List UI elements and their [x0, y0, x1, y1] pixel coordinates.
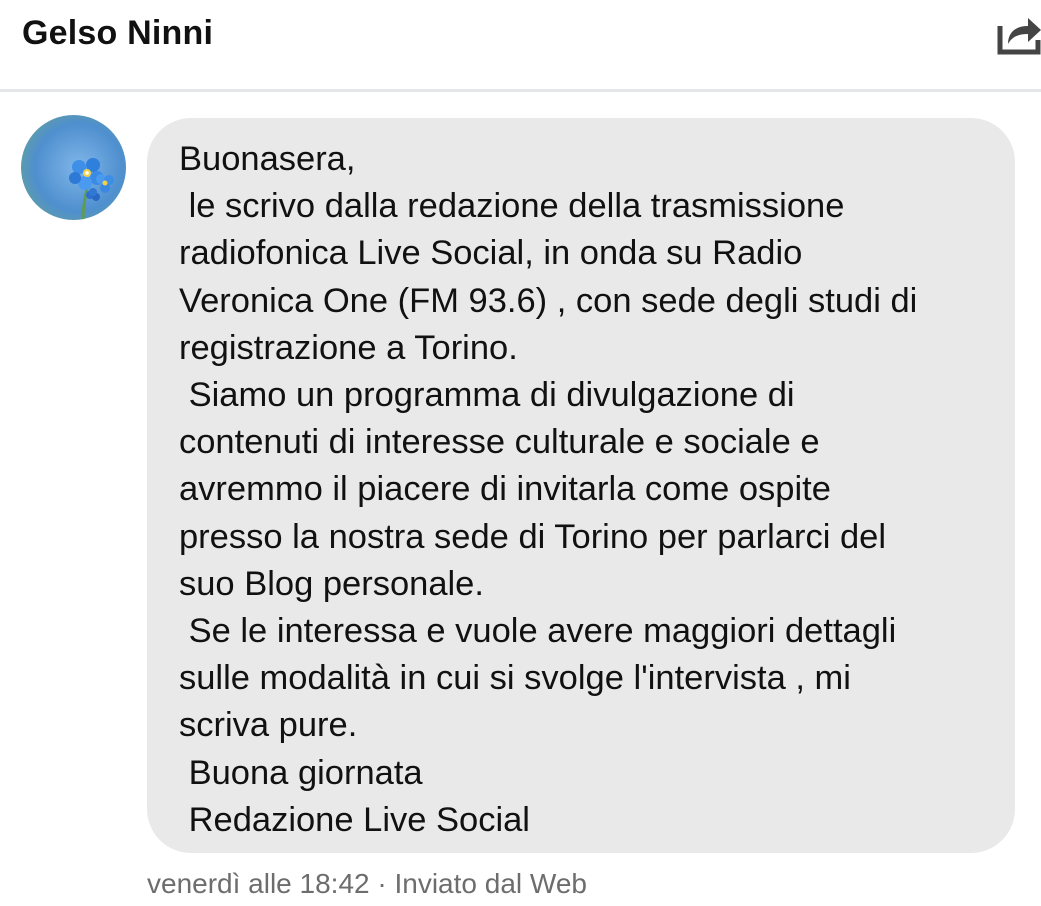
contact-name[interactable]: Gelso Ninni — [22, 14, 213, 53]
conversation-header: Gelso Ninni — [0, 0, 1041, 92]
avatar-flower-icon — [21, 115, 126, 220]
contact-avatar[interactable] — [21, 115, 126, 220]
message-timestamp: venerdì alle 18:42 · Inviato dal Web — [147, 868, 587, 899]
message-bubble[interactable]: Buonasera, le scrivo dalla redazione del… — [147, 118, 1015, 853]
message-text: Buonasera, le scrivo dalla redazione del… — [179, 140, 918, 839]
share-icon[interactable] — [996, 10, 1041, 56]
